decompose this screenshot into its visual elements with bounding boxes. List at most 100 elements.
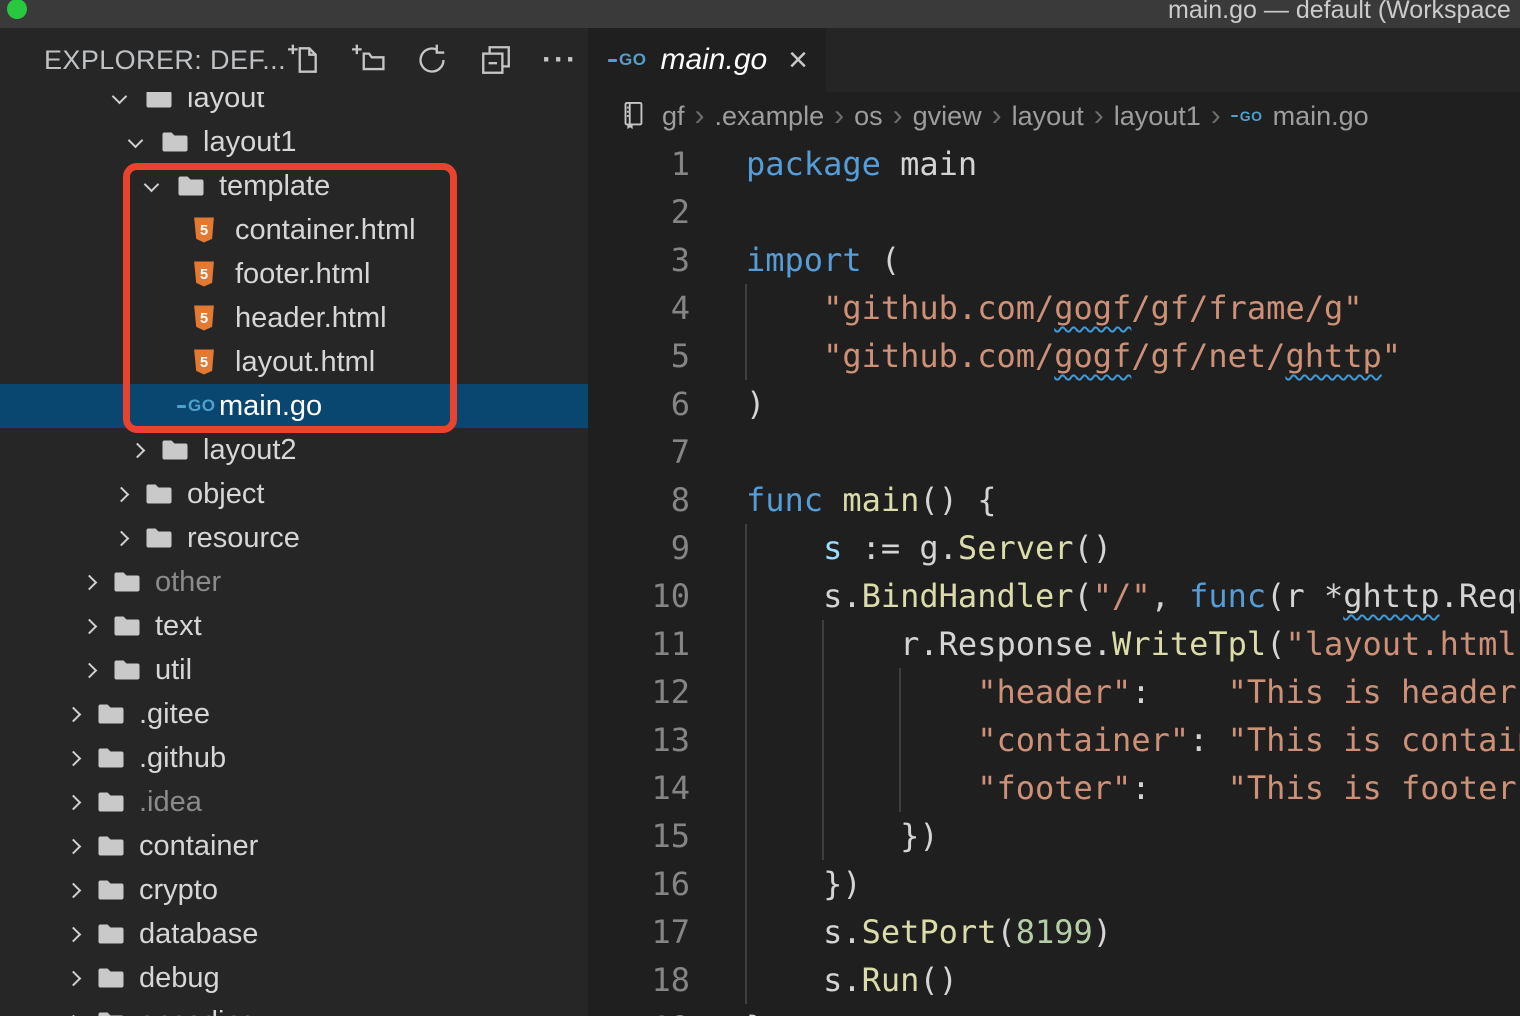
chevron-right-icon[interactable] (114, 533, 145, 544)
code-line: 17 s.SetPort(8199) (588, 908, 1520, 956)
folder-icon (97, 967, 125, 989)
chevron-right-icon[interactable] (66, 929, 97, 940)
chevron-down-icon[interactable] (130, 139, 161, 146)
breadcrumb-item-gf[interactable]: gf (662, 101, 685, 132)
folder-icon (97, 835, 125, 857)
collapse-folders-icon[interactable] (478, 42, 514, 78)
breadcrumb-item-main-go[interactable]: main.go (1273, 101, 1369, 132)
breadcrumb-item-layout[interactable]: layout (1012, 101, 1084, 132)
go-icon: GO (608, 50, 646, 70)
breadcrumb-item-layout1[interactable]: layout1 (1114, 101, 1201, 132)
chevron-right-icon[interactable] (82, 577, 113, 588)
tree-item-label: text (155, 610, 202, 643)
folder-icon (97, 747, 125, 769)
svg-text:5: 5 (200, 311, 208, 327)
tree-item-label: crypto (139, 874, 218, 907)
tree-item-label: other (155, 566, 221, 599)
tree-item-object[interactable]: object (0, 472, 588, 516)
tree-item--gitee[interactable]: .gitee (0, 692, 588, 736)
chevron-right-icon[interactable] (130, 445, 161, 456)
tree-item-template[interactable]: template (0, 164, 588, 208)
tree-item-layout-html[interactable]: 5layout.html (0, 340, 588, 384)
tree-item-crypto[interactable]: crypto (0, 868, 588, 912)
chevron-right-icon[interactable] (82, 621, 113, 632)
tree-item-footer-html[interactable]: 5footer.html (0, 252, 588, 296)
tree-item-header-html[interactable]: 5 header.html (0, 296, 588, 340)
code-text: } (746, 1004, 765, 1016)
tree-item--idea[interactable]: .idea (0, 780, 588, 824)
breadcrumb-item-gview[interactable]: gview (913, 101, 982, 132)
line-number: 4 (588, 284, 690, 332)
more-actions-icon[interactable]: ··· (542, 42, 578, 78)
code-line: 4 "github.com/gogf/gf/frame/g" (588, 284, 1520, 332)
chevron-right-icon[interactable] (66, 753, 97, 764)
tree-item-other[interactable]: other (0, 560, 588, 604)
tree-item-layout2[interactable]: layout2 (0, 428, 588, 472)
tree-item--github[interactable]: .github (0, 736, 588, 780)
tree-item-container[interactable]: container (0, 824, 588, 868)
tree-item-main-go[interactable]: GOmain.go (0, 384, 588, 428)
tree-item-label: layout.html (235, 346, 375, 379)
code-line: 2 (588, 188, 1520, 236)
code-text: package main (746, 140, 977, 188)
tree-item-util[interactable]: util (0, 648, 588, 692)
tree-item-label: template (219, 170, 330, 203)
folder-icon (97, 703, 125, 725)
html5-icon: 5 (193, 261, 215, 287)
tree-item-label: layout2 (203, 434, 297, 467)
folder-icon (161, 131, 189, 153)
line-number: 10 (588, 572, 690, 620)
chevron-right-icon[interactable] (82, 665, 113, 676)
code-text: "github.com/gogf/gf/frame/g" (746, 284, 1363, 332)
tree-item-label: util (155, 654, 192, 687)
code-text: s.BindHandler("/", func(r *ghttp.Requ (746, 572, 1520, 620)
code-editor[interactable]: 1package main23import (4 "github.com/gog… (588, 140, 1520, 1016)
explorer-title: EXPLORER: DEF... (44, 45, 286, 76)
line-number: 5 (588, 332, 690, 380)
code-text: }) (746, 812, 939, 860)
explorer-toolbar: ··· (286, 42, 578, 78)
chevron-right-icon[interactable] (66, 709, 97, 720)
chevron-right-icon[interactable] (114, 489, 145, 500)
folder-icon (113, 571, 141, 593)
line-number: 3 (588, 236, 690, 284)
tab-main-go[interactable]: GO main.go × (588, 28, 826, 92)
breadcrumb-item-os[interactable]: os (854, 101, 883, 132)
breadcrumb-separator: › (834, 99, 844, 133)
tree-item-encoding[interactable]: encoding (0, 1000, 588, 1016)
tree-item-layout1[interactable]: layout1 (0, 120, 588, 164)
line-number: 2 (588, 188, 690, 236)
vscode-window: main.go — default (Workspace EXPLORER: D… (0, 0, 1520, 1016)
tree-item-text[interactable]: text (0, 604, 588, 648)
tree-item-label: header.html (235, 302, 387, 335)
tree-item-container-html[interactable]: 5container.html (0, 208, 588, 252)
tree-item-label: encoding (139, 1006, 257, 1016)
tree-item-database[interactable]: database (0, 912, 588, 956)
folder-icon (97, 1011, 125, 1016)
svg-text:5: 5 (200, 267, 208, 283)
window-control-green[interactable] (7, 0, 27, 19)
breadcrumb-item--example[interactable]: .example (715, 101, 825, 132)
code-text: }) (746, 860, 862, 908)
folder-icon (145, 527, 173, 549)
chevron-down-icon[interactable] (146, 183, 177, 190)
folder-icon (97, 879, 125, 901)
new-file-icon[interactable] (286, 42, 322, 78)
chevron-right-icon[interactable] (66, 885, 97, 896)
line-number: 12 (588, 668, 690, 716)
chevron-right-icon[interactable] (66, 797, 97, 808)
tree-item-resource[interactable]: resource (0, 516, 588, 560)
code-text: s := g.Server() (746, 524, 1112, 572)
chevron-down-icon[interactable] (114, 95, 145, 102)
code-text: "container": "This is container" (746, 716, 1520, 764)
breadcrumb: gf›.example›os›gview›layout›layout1›GOma… (588, 92, 1520, 140)
refresh-explorer-icon[interactable] (414, 42, 450, 78)
code-line: 18 s.Run() (588, 956, 1520, 1004)
line-number: 15 (588, 812, 690, 860)
close-tab-icon[interactable]: × (788, 43, 808, 77)
new-folder-icon[interactable] (350, 42, 386, 78)
line-number: 19 (588, 1004, 690, 1016)
tree-item-debug[interactable]: debug (0, 956, 588, 1000)
chevron-right-icon[interactable] (66, 973, 97, 984)
chevron-right-icon[interactable] (66, 841, 97, 852)
